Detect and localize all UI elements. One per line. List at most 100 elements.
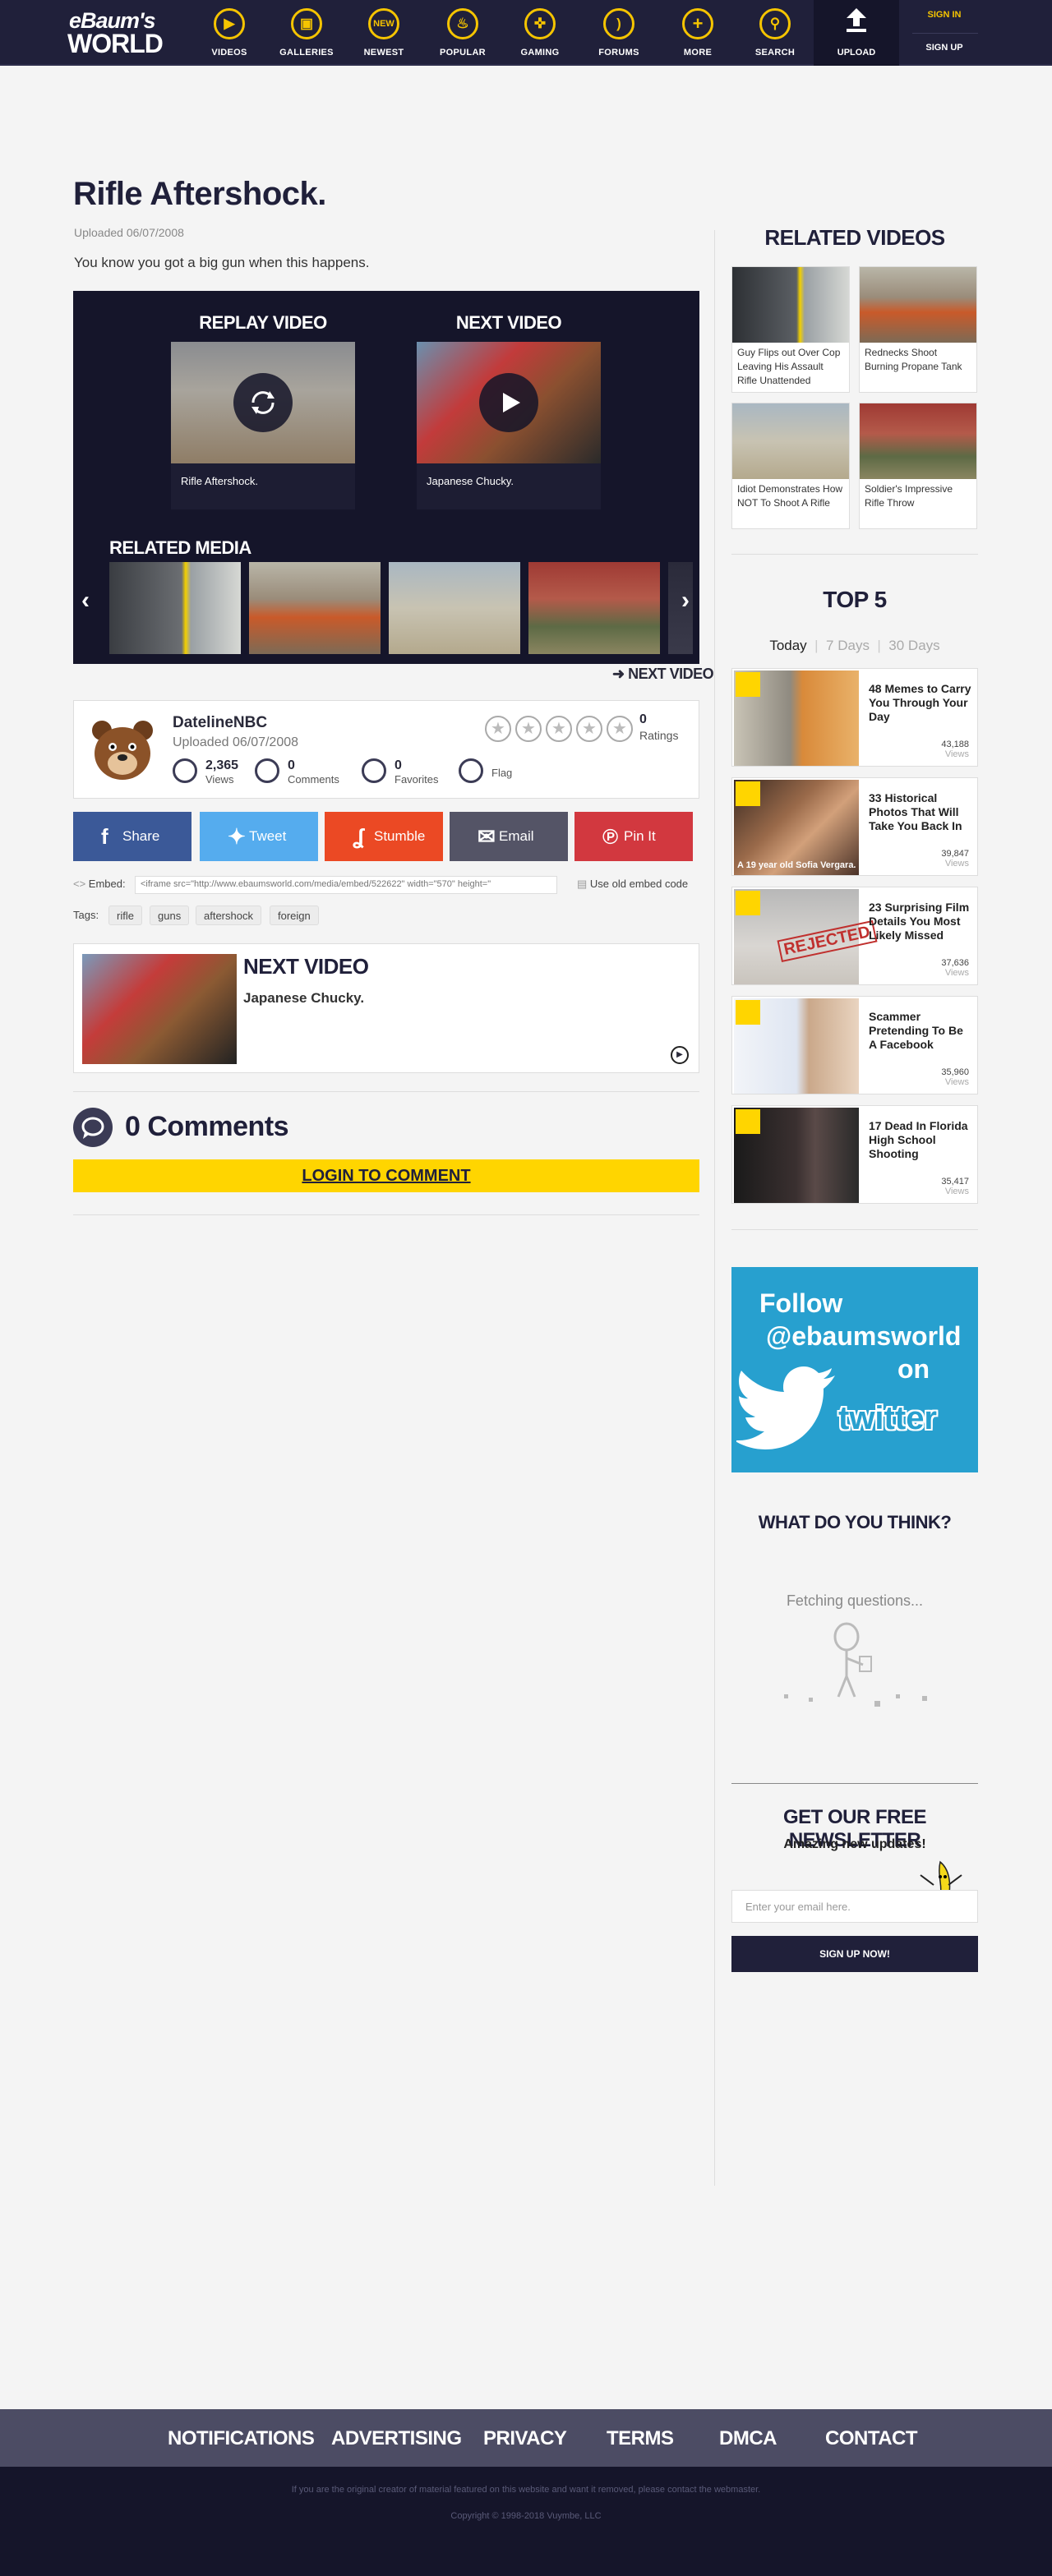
play-circle-icon[interactable]: ▶ (671, 1046, 689, 1064)
related-video-title: Rednecks Shoot Burning Propane Tank (865, 347, 962, 372)
related-media-heading: RELATED MEDIA (109, 537, 251, 558)
nav-item-label: POPULAR (440, 48, 486, 58)
top5-item[interactable]: REJECTED 23 Surprising Film Details You … (731, 887, 978, 985)
rating-star-4[interactable]: ★ (576, 716, 602, 742)
avatar[interactable] (89, 716, 156, 783)
tag-guns[interactable]: guns (150, 906, 190, 925)
nav-item-more[interactable]: + MORE (659, 0, 733, 66)
comments-count: 0 (288, 758, 295, 772)
nav-item-newest[interactable]: NEW NEWEST (345, 0, 419, 66)
related-video-card[interactable]: Soldier's Impressive Rifle Throw (859, 403, 977, 529)
footer-link-terms[interactable]: TERMS (607, 2427, 674, 2450)
views-icon (173, 758, 197, 783)
footer-link-notifications[interactable]: NOTIFICATIONS (168, 2427, 315, 2450)
related-media-thumbnail[interactable] (389, 562, 520, 654)
tags-label: Tags: (73, 909, 99, 921)
related-media-thumbnail[interactable] (249, 562, 381, 654)
newsletter-signup-button[interactable]: SIGN UP NOW! (731, 1936, 978, 1972)
play-button[interactable] (479, 373, 538, 432)
sign-up-link[interactable]: SIGN UP (916, 43, 973, 53)
footer-copyright: Copyright © 1998-2018 Vuymbe, LLC (450, 2511, 602, 2521)
divider (731, 1783, 978, 1784)
video-player[interactable]: REPLAY VIDEO Rifle Aftershock. NEXT VIDE… (73, 291, 699, 664)
footer-link-dmca[interactable]: DMCA (719, 2427, 777, 2450)
top5-views-label: Views (944, 968, 969, 978)
next-video-box-heading: NEXT VIDEO (243, 954, 369, 979)
gallery-icon: ▣ (291, 8, 322, 39)
comments-heading: 0 Comments (125, 1111, 289, 1142)
top5-views-label: Views (944, 1187, 969, 1196)
upload-button[interactable]: UPLOAD (814, 0, 899, 66)
related-media-thumbnail[interactable] (528, 562, 660, 654)
sign-in-link[interactable]: SIGN IN (916, 10, 973, 20)
footer-link-privacy[interactable]: PRIVACY (483, 2427, 567, 2450)
search-icon: ⚲ (759, 8, 791, 39)
stumbleupon-share-button[interactable]: ʆ Stumble (325, 812, 443, 861)
related-media-thumbnail[interactable] (109, 562, 241, 654)
next-video-box[interactable]: NEXT VIDEO Japanese Chucky. ▶ (73, 943, 699, 1073)
footer-notice: If you are the original creator of mater… (291, 2485, 761, 2495)
embed-code-field[interactable]: <iframe src="http://www.ebaumsworld.com/… (135, 876, 557, 894)
tag-rifle[interactable]: rifle (108, 906, 142, 925)
old-embed-toggle[interactable]: ▤ Use old embed code (577, 878, 688, 891)
tab-7-days[interactable]: 7 Days (826, 638, 870, 653)
twitter-share-button[interactable]: ✦ Tweet (200, 812, 318, 861)
next-video-box-thumbnail[interactable] (82, 954, 237, 1064)
facebook-share-button[interactable]: f Share (73, 812, 191, 861)
top5-item[interactable]: Scammer Pretending To Be A Facebook 35,9… (731, 996, 978, 1094)
nav-item-label: GALLERIES (279, 48, 334, 58)
pinterest-share-button[interactable]: ℗ Pin It (574, 812, 693, 861)
tab-today[interactable]: Today (769, 638, 806, 653)
nav-item-forums[interactable]: ) FORUMS (580, 0, 654, 66)
next-video-thumbnail[interactable] (417, 342, 601, 463)
rating-star-1[interactable]: ★ (485, 716, 511, 742)
tag-aftershock[interactable]: aftershock (196, 906, 261, 925)
related-videos-heading: RELATED VIDEOS (764, 225, 945, 250)
site-logo[interactable]: eBaum's WORLD (67, 8, 182, 58)
next-video-link-label: NEXT VIDEO (628, 666, 714, 682)
replay-button[interactable] (233, 373, 293, 432)
rating-star-3[interactable]: ★ (546, 716, 572, 742)
top-navigation-bar: eBaum's WORLD ▶ VIDEOS ▣ GALLERIES NEW N… (0, 0, 1052, 66)
replay-icon (251, 391, 275, 414)
flag-label: Flag (491, 767, 513, 779)
next-video-box-title[interactable]: Japanese Chucky. (243, 990, 364, 1007)
login-to-comment-button[interactable]: LOGIN TO COMMENT (73, 1159, 699, 1192)
nav-item-popular[interactable]: ♨ POPULAR (424, 0, 498, 66)
chevron-left-icon[interactable]: ‹ (81, 587, 90, 615)
top5-item[interactable]: A 19 year old Sofia Vergara. 33 Historic… (731, 777, 978, 876)
plus-icon: + (682, 8, 713, 39)
tab-30-days[interactable]: 30 Days (888, 638, 939, 653)
related-video-card[interactable]: Rednecks Shoot Burning Propane Tank (859, 266, 977, 393)
top5-item[interactable]: 48 Memes to Carry You Through Your Day 4… (731, 668, 978, 767)
tag-foreign[interactable]: foreign (270, 906, 319, 925)
nav-item-label: FORUMS (598, 48, 639, 58)
next-video-link[interactable]: ➜ NEXT VIDEO (612, 666, 714, 683)
sidebar-divider (714, 230, 715, 2186)
twitter-follow-banner[interactable]: Follow @ebaumsworld on twitter (731, 1267, 978, 1472)
chevron-right-icon[interactable]: › (681, 587, 690, 615)
top5-views: 35,417 (941, 1177, 969, 1187)
footer-link-advertising[interactable]: ADVERTISING (331, 2427, 462, 2450)
nav-item-galleries[interactable]: ▣ GALLERIES (268, 0, 342, 66)
email-share-button[interactable]: ✉ Email (450, 812, 568, 861)
stumbleupon-icon: ʆ (353, 824, 365, 849)
top5-title: 48 Memes to Carry You Through Your Day (869, 682, 971, 723)
nav-item-videos[interactable]: ▶ VIDEOS (191, 0, 265, 66)
uploader-info-box: DatelineNBC Uploaded 06/07/2008 2,365 Vi… (73, 700, 699, 799)
nav-item-gaming[interactable]: ✜ GAMING (501, 0, 575, 66)
newsletter-subheading: Amazing new updates! (783, 1837, 926, 1851)
nav-item-search[interactable]: ⚲ SEARCH (736, 0, 810, 66)
footer-link-contact[interactable]: CONTACT (825, 2427, 918, 2450)
related-video-card[interactable]: Idiot Demonstrates How NOT To Shoot A Ri… (731, 403, 850, 529)
email-icon: ✉ (478, 824, 496, 849)
rating-star-5[interactable]: ★ (607, 716, 633, 742)
rating-star-2[interactable]: ★ (515, 716, 542, 742)
newsletter-email-input[interactable]: Enter your email here. (731, 1890, 978, 1923)
top5-item[interactable]: 17 Dead In Florida High School Shooting … (731, 1105, 978, 1204)
top5-views-label: Views (944, 859, 969, 869)
uploader-name[interactable]: DatelineNBC (173, 714, 267, 732)
replay-thumbnail[interactable] (171, 342, 355, 463)
play-icon: ▶ (214, 8, 245, 39)
related-video-card[interactable]: Guy Flips out Over Cop Leaving His Assau… (731, 266, 850, 393)
